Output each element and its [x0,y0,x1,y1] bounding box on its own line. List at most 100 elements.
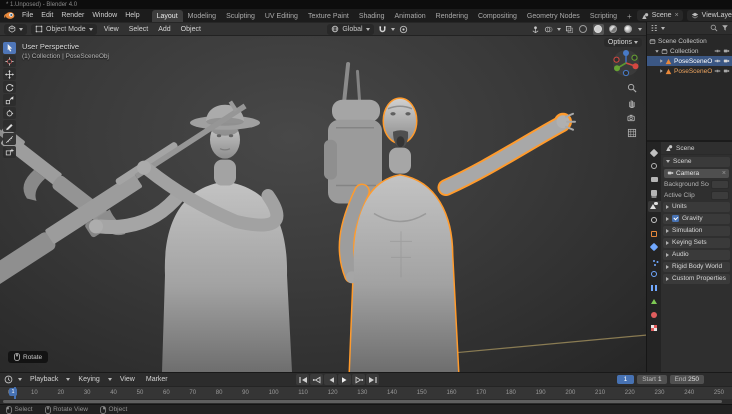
workspace-tab-texture-paint[interactable]: Texture Paint [303,10,354,22]
workspace-tab-rendering[interactable]: Rendering [431,10,473,22]
menu-keying[interactable]: Keying [75,376,102,383]
tab-constraints-icon[interactable] [648,282,661,293]
menu-marker[interactable]: Marker [143,376,171,383]
section-units[interactable]: Units [663,202,730,213]
gravity-checkbox[interactable] [672,215,679,222]
tab-object-data-icon[interactable] [648,296,661,307]
tool-transform[interactable] [3,107,16,119]
workspace-tab-modeling[interactable]: Modeling [183,10,221,22]
add-workspace-button[interactable]: + [622,10,637,22]
outliner-search-icon[interactable] [710,24,718,32]
jump-to-next-keyframe-button[interactable] [352,374,365,385]
disable-render-camera-icon[interactable] [723,48,730,54]
viewport-3d[interactable]: User Perspective (1) Collection | PoseSc… [0,36,646,372]
tab-modifiers-icon[interactable] [648,242,661,253]
menu-edit[interactable]: Edit [37,12,57,19]
active-clip-field[interactable] [711,191,729,201]
tool-scale[interactable] [3,94,16,106]
shading-solid-button[interactable] [593,24,604,35]
section-gravity[interactable]: Gravity [663,214,730,225]
end-frame-field[interactable]: End250 [670,375,704,384]
section-simulation[interactable]: Simulation [663,226,730,237]
tab-output-icon[interactable] [648,174,661,185]
tab-particles-icon[interactable] [648,255,661,266]
workspace-tab-animation[interactable]: Animation [390,10,431,22]
window-titlebar[interactable]: * 1.Unposed) - Blender 4.0 [0,0,732,9]
section-custom-properties[interactable]: Custom Properties [663,274,730,285]
background-scene-field[interactable] [711,180,729,190]
outliner-row-collection[interactable]: Collection [647,46,732,56]
workspace-tab-sculpting[interactable]: Sculpting [221,10,260,22]
jump-to-prev-keyframe-button[interactable] [310,374,323,385]
workspace-tab-shading[interactable]: Shading [354,10,390,22]
outliner-editor-icon[interactable] [650,24,658,32]
tab-world-icon[interactable] [648,215,661,226]
workspace-tab-scripting[interactable]: Scripting [585,10,622,22]
hide-eye-icon[interactable] [714,68,721,74]
menu-view[interactable]: View [101,26,122,33]
menu-object[interactable]: Object [178,26,204,33]
tab-texture-icon[interactable] [648,323,661,334]
current-frame-field[interactable]: 1 [617,375,635,384]
tab-tool-icon[interactable] [648,147,661,158]
timeline-scrollbar-handle[interactable] [3,400,722,403]
xray-toggle-icon[interactable] [565,25,574,34]
editor-type-selector[interactable] [4,24,27,35]
hide-eye-icon[interactable] [714,58,721,64]
tool-cursor[interactable] [3,55,16,67]
tab-render-icon[interactable] [648,161,661,172]
disable-render-camera-icon[interactable] [723,58,730,64]
tab-physics-icon[interactable] [648,269,661,280]
shading-wireframe-button[interactable] [578,24,589,35]
pan-hand-icon[interactable] [627,98,637,108]
backpack[interactable] [324,62,382,204]
viewlayer-selector[interactable]: ViewLayer × [687,10,732,21]
section-audio[interactable]: Audio [663,250,730,261]
blender-logo-icon[interactable] [4,11,15,20]
clear-camera-icon[interactable]: × [722,170,726,177]
tab-object-icon[interactable] [648,228,661,239]
properties-breadcrumb[interactable]: Scene [661,142,732,155]
tool-move[interactable] [3,68,16,80]
menu-playback[interactable]: Playback [27,376,61,383]
timeline-ruler[interactable]: 0 10 20 30 40 50 60 70 80 90 100 110 120… [0,386,732,399]
tab-material-icon[interactable] [648,309,661,320]
camera-view-icon[interactable] [627,113,637,123]
scene-unlink-icon[interactable]: × [675,12,679,19]
menu-select[interactable]: Select [126,26,151,33]
proportional-editing-icon[interactable] [399,25,408,34]
menu-help[interactable]: Help [121,12,143,19]
tool-rotate[interactable] [3,81,16,93]
options-dropdown[interactable]: Options [604,38,642,47]
hide-eye-icon[interactable] [714,48,721,54]
timeline-editor-icon[interactable] [4,375,13,384]
jump-to-start-button[interactable] [296,374,309,385]
outliner-filter-icon[interactable] [721,24,729,32]
menu-view-timeline[interactable]: View [117,376,138,383]
workspace-tab-layout[interactable]: Layout [152,10,183,22]
section-rigid-body-world[interactable]: Rigid Body World [663,262,730,273]
tool-annotate[interactable] [3,120,16,132]
jump-to-end-button[interactable] [366,374,379,385]
section-scene[interactable]: Scene [663,157,730,168]
tab-view-layer-icon[interactable] [648,188,661,199]
overlays-toggle-icon[interactable] [544,25,553,34]
tab-scene-icon[interactable] [648,201,661,212]
workspace-tab-compositing[interactable]: Compositing [473,10,522,22]
gizmo-toggle-icon[interactable] [531,25,540,34]
zoom-icon[interactable] [627,83,637,93]
workspace-tab-uv-editing[interactable]: UV Editing [260,10,303,22]
viewport-canvas[interactable] [0,36,646,372]
shading-rendered-button[interactable] [623,24,634,35]
play-reverse-button[interactable] [324,374,337,385]
snap-magnet-icon[interactable] [378,25,387,34]
menu-window[interactable]: Window [88,12,121,19]
disable-render-camera-icon[interactable] [723,68,730,74]
start-frame-field[interactable]: Start1 [637,375,666,384]
tool-measure[interactable] [3,133,16,145]
menu-add[interactable]: Add [155,26,173,33]
shading-material-button[interactable] [608,24,619,35]
tool-add-cube[interactable] [3,146,16,158]
outliner-row-posesceneobj[interactable]: PoseSceneObj [647,56,732,66]
tool-select-box[interactable] [3,42,16,54]
